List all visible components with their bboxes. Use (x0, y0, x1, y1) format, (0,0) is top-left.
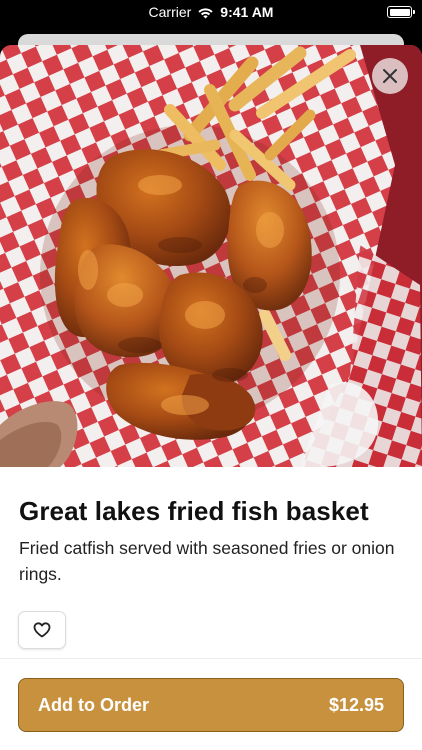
favorite-button[interactable] (18, 611, 66, 649)
battery-icon (387, 6, 415, 18)
status-center: Carrier 9:41 AM (0, 4, 422, 20)
item-description: Fried catfish served with seasoned fries… (19, 538, 395, 584)
close-icon (383, 69, 397, 83)
item-image (0, 45, 422, 467)
wifi-icon (197, 6, 214, 19)
divider (0, 658, 422, 659)
status-bar: Carrier 9:41 AM (0, 0, 422, 26)
add-to-order-button[interactable]: Add to Order $12.95 (18, 678, 404, 732)
heart-icon (33, 622, 51, 638)
status-time: 9:41 AM (220, 4, 274, 20)
item-detail-sheet: Great lakes fried fish basket Fried catf… (0, 45, 422, 750)
add-to-order-label: Add to Order (38, 694, 149, 715)
item-title: Great lakes fried fish basket (19, 496, 369, 526)
item-price: $12.95 (328, 694, 384, 715)
close-button[interactable] (372, 58, 408, 94)
carrier-label: Carrier (148, 4, 192, 20)
